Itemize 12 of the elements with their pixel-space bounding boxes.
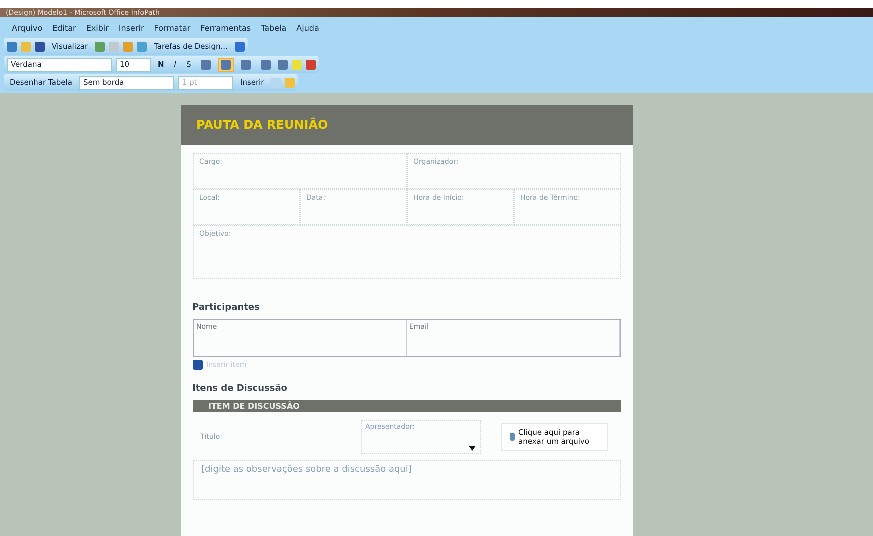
menu-item[interactable]: Ferramentas <box>200 24 252 32</box>
section-heading: Participantes <box>192 303 261 313</box>
section-title: ITEM DE DISCUSSÃO <box>208 402 300 410</box>
menu-item[interactable]: Exibir <box>86 24 109 32</box>
menu-item[interactable]: Tabela <box>261 24 287 32</box>
menu-item[interactable]: Inserir <box>118 24 144 32</box>
menu-item[interactable]: Arquivo <box>12 24 43 32</box>
section-heading: Itens de Discussão <box>192 384 288 394</box>
form-title: PAUTA DA REUNIÃO <box>196 118 328 132</box>
menu-item[interactable]: Editar <box>52 24 76 32</box>
menu-item[interactable]: Formatar <box>154 24 191 32</box>
menu-item[interactable]: Ajuda <box>296 24 320 32</box>
